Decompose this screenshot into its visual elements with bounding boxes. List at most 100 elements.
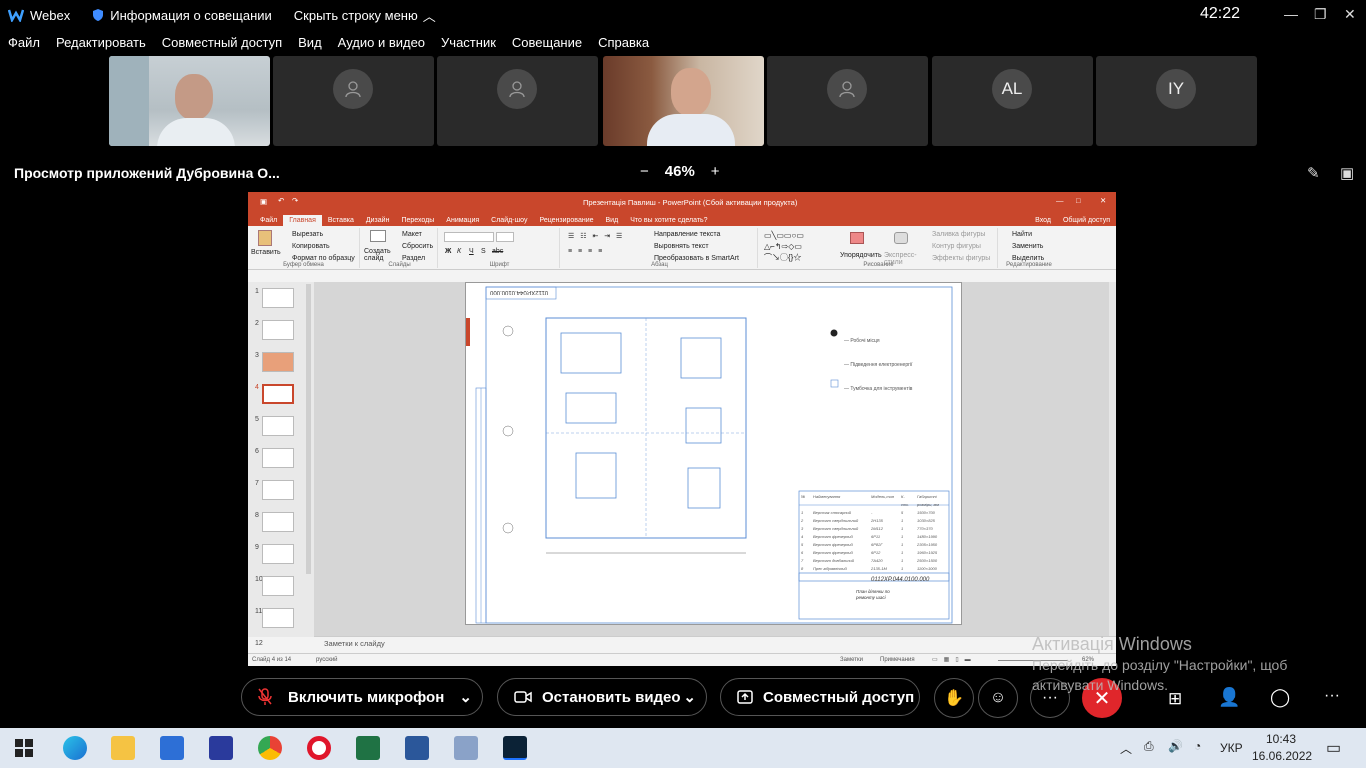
arrange-icon (850, 232, 864, 244)
chevron-up-icon[interactable]: ︿ (1120, 740, 1132, 757)
more-panels-icon[interactable]: ··· (1324, 687, 1340, 705)
language-indicator: русский (316, 657, 338, 663)
table-cell: 6 (801, 550, 804, 555)
menu-edit[interactable]: Редактировать (56, 35, 146, 53)
raise-hand-button[interactable]: ✋ (934, 678, 974, 718)
zoom-out-button[interactable]: − (640, 163, 649, 180)
background-window (109, 56, 149, 146)
chrome-icon[interactable] (258, 736, 282, 760)
slide-editor-area: 0112ХР.044.0100.000 — Робочі місця — Під… (314, 282, 1116, 637)
table-cell: 4 (801, 534, 804, 539)
ppt-ribbon: Вставить Вырезать Копировать Формат по о… (248, 226, 1116, 270)
menu-file[interactable]: Файл (8, 35, 40, 53)
mail-icon[interactable] (160, 736, 184, 760)
person-icon (509, 81, 525, 98)
notifications-icon[interactable]: ▭ (1326, 738, 1341, 758)
wifi-icon[interactable]: ◔ (1194, 739, 1201, 753)
bullets-icon: ☰ ☷ ⇤ ⇥ ☰ (568, 233, 625, 240)
shape-fill-label: Заливка фигуры (932, 231, 986, 238)
meeting-info-button[interactable]: Информация о совещании (92, 8, 272, 23)
ppt-tell-me: Что вы хотите сделать? (630, 217, 708, 224)
stop-video-button[interactable]: Остановить видео ⌄ (497, 678, 707, 716)
undo-icon: ↶ (278, 196, 285, 205)
participant-tile-iy[interactable]: IY (1096, 56, 1257, 146)
format-painter-label: Формат по образцу (292, 255, 355, 262)
quick-styles-icon (894, 232, 908, 244)
minimize-icon[interactable]: — (1284, 6, 1298, 22)
hide-menu-button[interactable]: Скрыть строку меню ︿ (294, 6, 436, 25)
menu-share[interactable]: Совместный доступ (162, 35, 282, 53)
menu-help[interactable]: Справка (598, 35, 649, 53)
file-explorer-icon[interactable] (111, 736, 135, 760)
participant-video-1[interactable] (109, 56, 270, 146)
table-header-cell: Модель,тип (871, 494, 895, 499)
table-row: 7 Верстат довбальний 7А420 1 2500×1500 (801, 557, 951, 565)
edge-icon[interactable] (63, 736, 87, 760)
participant-tile-2[interactable] (273, 56, 434, 146)
hide-menu-label: Скрыть строку меню (293, 7, 418, 23)
unmute-button[interactable]: Включить микрофон ⌄ (241, 678, 483, 716)
stop-video-label: Остановить видео (542, 688, 681, 706)
slide-thumbnail (262, 480, 294, 500)
paste-label: Вставить (251, 249, 281, 256)
volume-icon[interactable]: 🔊 (1168, 739, 1183, 753)
reactions-button[interactable]: ☺ (978, 678, 1018, 718)
webex-logo: Webex (8, 8, 70, 23)
windows-start-icon[interactable] (15, 739, 33, 757)
annotate-icon[interactable]: ✎ (1307, 164, 1320, 182)
screen-share-icon[interactable]: ▣ (1340, 164, 1354, 182)
drawing-group: ▭╲▭▭○▭ △⌐↰⇨◇▭ ⌒↘◯{}☆ Упорядочить Экспресс-… (760, 228, 998, 268)
current-slide: 0112ХР.044.0100.000 — Робочі місця — Під… (465, 282, 962, 625)
table-cell: 1 (901, 542, 904, 547)
thumb-number: 12 (255, 640, 263, 647)
participant-video-4[interactable] (603, 56, 764, 146)
zoom-in-button[interactable]: + (711, 163, 720, 180)
menu-participant[interactable]: Участник (441, 35, 496, 53)
ppt-tab-view: Вид (605, 217, 619, 224)
reset-label: Сбросить (402, 243, 434, 250)
slide-thumbnail (262, 512, 294, 532)
smartart-label: Преобразовать в SmartArt (654, 255, 739, 262)
participant-tile-3[interactable] (437, 56, 598, 146)
participant-tile-5[interactable] (767, 56, 928, 146)
chevron-down-icon[interactable]: ⌄ (459, 688, 472, 706)
person-icon (345, 81, 361, 98)
person-icon (839, 81, 855, 98)
excel-icon[interactable] (356, 736, 380, 760)
network-device-icon[interactable]: ⎙ (1144, 739, 1154, 754)
legend-item: — Тумбочка для інструментів (844, 386, 913, 392)
restore-icon[interactable]: ❐ (1314, 6, 1327, 23)
ppt-maximize-icon: □ (1076, 196, 1081, 205)
windows-activation-watermark: Активація Windows Перейдіть до розділу "… (1032, 634, 1287, 695)
share-button[interactable]: Совместный доступ (720, 678, 920, 716)
paragraph-group-label: Абзац (651, 262, 668, 268)
participant-tile-al[interactable]: AL (932, 56, 1093, 146)
menu-meeting[interactable]: Совещание (512, 35, 582, 53)
word-icon[interactable] (405, 736, 429, 760)
slide-scrollbar (1109, 282, 1116, 637)
app-name: Webex (30, 7, 71, 23)
table-cell: Прес гідравлічний (813, 566, 847, 571)
menu-audio-video[interactable]: Аудио и видео (338, 35, 425, 53)
table-row: 3 Верстат свердлильний 2М112 1 770×370 (801, 525, 951, 533)
italic-button: К (457, 248, 462, 255)
chevron-down-icon[interactable]: ⌄ (683, 688, 696, 706)
clock-time[interactable]: 10:43 (1266, 732, 1296, 746)
menu-view[interactable]: Вид (298, 35, 322, 53)
title-block-code: 0112ХР.044.0100.000 (871, 577, 930, 583)
ppt-signin: Вход (1035, 217, 1051, 224)
magnifier-app-icon[interactable] (454, 736, 478, 760)
opera-icon[interactable] (307, 736, 331, 760)
webex-taskbar-icon[interactable] (503, 736, 527, 760)
ppt-tab-animation: Анимация (446, 217, 480, 224)
table-cell: 1480×1990 (917, 534, 938, 539)
clock-date[interactable]: 16.06.2022 (1252, 749, 1312, 763)
table-row: 5 Верстат фрезерний 6Р82Г 1 2305×1950 (801, 541, 951, 549)
ppt-title: Презентація Павлиш - PowerPoint (Сбой ак… (583, 198, 798, 207)
redo-icon: ↷ (292, 196, 299, 205)
input-language[interactable]: УКР (1220, 741, 1243, 755)
close-window-icon[interactable]: ✕ (1344, 6, 1356, 23)
save-app-icon[interactable] (209, 736, 233, 760)
table-cell: 2Н135 (871, 518, 883, 523)
share-label: Совместный доступ (763, 688, 915, 706)
